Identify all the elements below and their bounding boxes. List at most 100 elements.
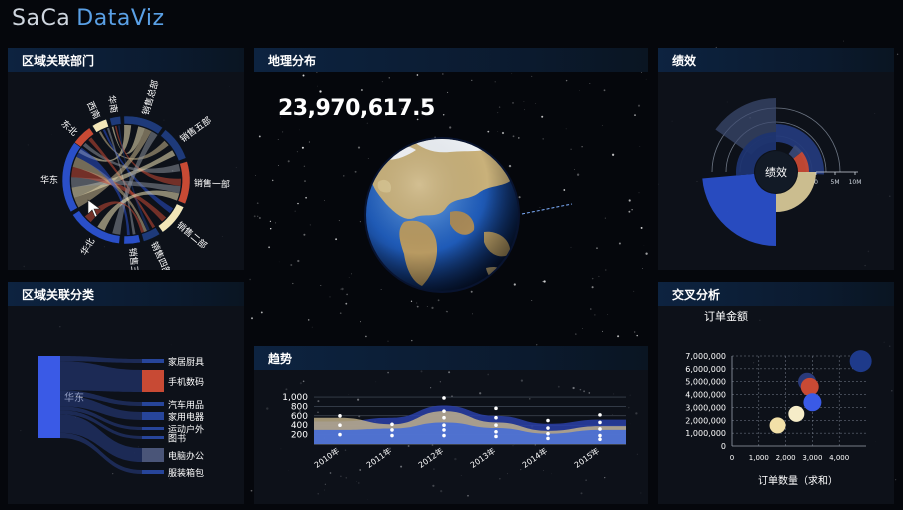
trend-data-point: [338, 423, 342, 428]
sankey-chart[interactable]: 华东家居厨具手机数码汽车用品家用电器运动户外图书电脑办公服装箱包: [8, 306, 244, 504]
trend-y-tick: 1,000: [282, 393, 308, 403]
trend-data-point: [598, 433, 602, 438]
star: [387, 340, 389, 342]
scatter-point: [849, 350, 872, 373]
trend-data-point: [598, 420, 602, 425]
chord-label: 华东: [40, 174, 58, 186]
star: [250, 489, 253, 492]
trend-data-point: [442, 428, 446, 432]
star: [251, 317, 253, 320]
scatter-y-tick: 4,000,000: [685, 391, 726, 400]
panel-title: 交叉分析: [672, 288, 721, 302]
scatter-y-tick: 5,000,000: [685, 378, 726, 387]
sankey-target-label: 家用电器: [168, 411, 204, 423]
trend-y-tick: 600: [291, 412, 308, 422]
scatter-point: [800, 377, 819, 396]
trend-y-tick: 200: [291, 431, 308, 441]
trend-data-point: [494, 415, 498, 420]
trend-data-point: [442, 409, 446, 413]
perf-panel: 绩效 绩效 0 5M 10M: [658, 48, 894, 270]
trend-data-point: [546, 426, 550, 430]
perf-scale-label-0: 0: [814, 179, 818, 186]
trend-data-point: [442, 396, 446, 400]
panel-title: 绩效: [672, 54, 697, 68]
scatter-point: [803, 393, 822, 412]
panel-title: 趋势: [268, 352, 293, 366]
trend-data-point: [598, 413, 602, 417]
star: [411, 339, 413, 342]
performance-polar-chart[interactable]: 绩效 0 5M 10M: [658, 72, 894, 270]
trend-data-point: [442, 433, 446, 438]
flight-line: [521, 203, 573, 215]
sankey-target-node: [142, 470, 164, 474]
trend-area-chart[interactable]: 2004006008001,000 2010年 2011年 2012年 2013年 201…: [254, 370, 648, 504]
sankey-target-node: [142, 412, 164, 420]
chord-label: 西南: [84, 100, 102, 121]
perf-scale-label-10m: 10M: [849, 179, 862, 186]
sankey-target-label: 汽车用品: [168, 399, 204, 411]
trend-data-point: [390, 422, 394, 427]
sankey-target-node: [142, 402, 164, 406]
trend-data-point: [442, 415, 446, 420]
sankey-target-node: [142, 448, 164, 462]
trend-data-point: [390, 428, 394, 432]
trend-data-point: [598, 427, 602, 431]
trend-data-point: [494, 434, 498, 439]
panel-header: 绩效: [658, 48, 894, 72]
scatter-x-tick: 1,000: [749, 454, 769, 462]
top-bar: SaCa DataViz: [0, 0, 903, 40]
perf-scale-label-5m: 5M: [831, 179, 840, 186]
trend-y-tick: 400: [291, 421, 308, 431]
sankey-target-node: [142, 359, 164, 363]
trend-data-point: [546, 431, 550, 436]
sankey-source-node: [38, 356, 60, 438]
chord-label: 销售五部: [177, 114, 213, 145]
trend-panel: 趋势 200 400 600 800 1,000 2010年 2011年 2012年 2013年…: [254, 346, 648, 504]
panel-header: 区域关联分类: [8, 282, 244, 306]
star: [843, 40, 844, 42]
trend-y-tick: 800: [291, 402, 308, 412]
trend-data-point: [598, 437, 602, 442]
trend-x-tick: 2012年: [416, 445, 445, 469]
sankey-target-node: [142, 427, 164, 430]
chord-chart[interactable]: 销售总部销售五部销售一部销售二部销售四部销售三部 东北西南 华南华东华北: [8, 72, 244, 285]
trend-x-tick: 2010年: [312, 445, 341, 469]
chord-label: 华北: [78, 236, 97, 258]
sankey-target-node: [142, 370, 164, 392]
trend-data-point: [546, 418, 550, 423]
scatter-x-tick: 3,000: [802, 454, 822, 462]
chord-arc-华南: [109, 115, 122, 127]
scatter-y-tick: 6,000,000: [685, 365, 726, 374]
chord-label: 销售二部: [174, 219, 209, 251]
scatter-x-tick: 0: [730, 454, 734, 462]
star: [249, 278, 251, 281]
panel-header: 区域关联部门: [8, 48, 244, 72]
app-logo: SaCa DataViz: [12, 6, 165, 31]
trend-x-tick: 2014年: [520, 445, 549, 469]
chord-label: 销售一部: [194, 177, 231, 191]
sankey-target-label: 图书: [168, 434, 186, 445]
scatter-y-tick: 2,000,000: [685, 416, 726, 425]
chord-label: 销售三部: [127, 247, 142, 270]
chord-arc-销售三部: [123, 234, 141, 245]
cross-scatter-chart[interactable]: 订单金额 0 1,000,000 2,000,000 3,000,000 4,000,00…: [658, 306, 894, 504]
sankey-flow: [60, 361, 142, 392]
panel-header: 地理分布: [254, 48, 648, 72]
scatter-point: [788, 405, 805, 422]
scatter-y-tick: 1,000,000: [685, 429, 726, 438]
logo-saca: SaCa: [12, 6, 71, 31]
sankey-target-label: 服装箱包: [168, 467, 204, 479]
scatter-y-tick: 0: [721, 442, 726, 451]
trend-x-tick: 2015年: [572, 445, 601, 469]
sankey-target-label: 电脑办公: [168, 450, 204, 462]
scatter-y-tick: 3,000,000: [685, 403, 726, 412]
chord-label: 销售总部: [140, 79, 162, 117]
star: [895, 479, 897, 481]
chord-label: 东北: [59, 117, 80, 138]
trend-data-point: [494, 423, 498, 428]
sankey-target-node: [142, 436, 164, 439]
chord-panel: 区域关联部门 销售总部 销售五部 销售一部 销售二部 销售四部 销售三部 东北 西南 华南 华东华…: [8, 48, 244, 285]
trend-data-point: [494, 429, 498, 434]
trend-data-point: [338, 432, 342, 437]
cross-panel: 交叉分析 订单金额 0 1,000,000 2,000,000 3,000,000 4,0…: [658, 282, 894, 504]
